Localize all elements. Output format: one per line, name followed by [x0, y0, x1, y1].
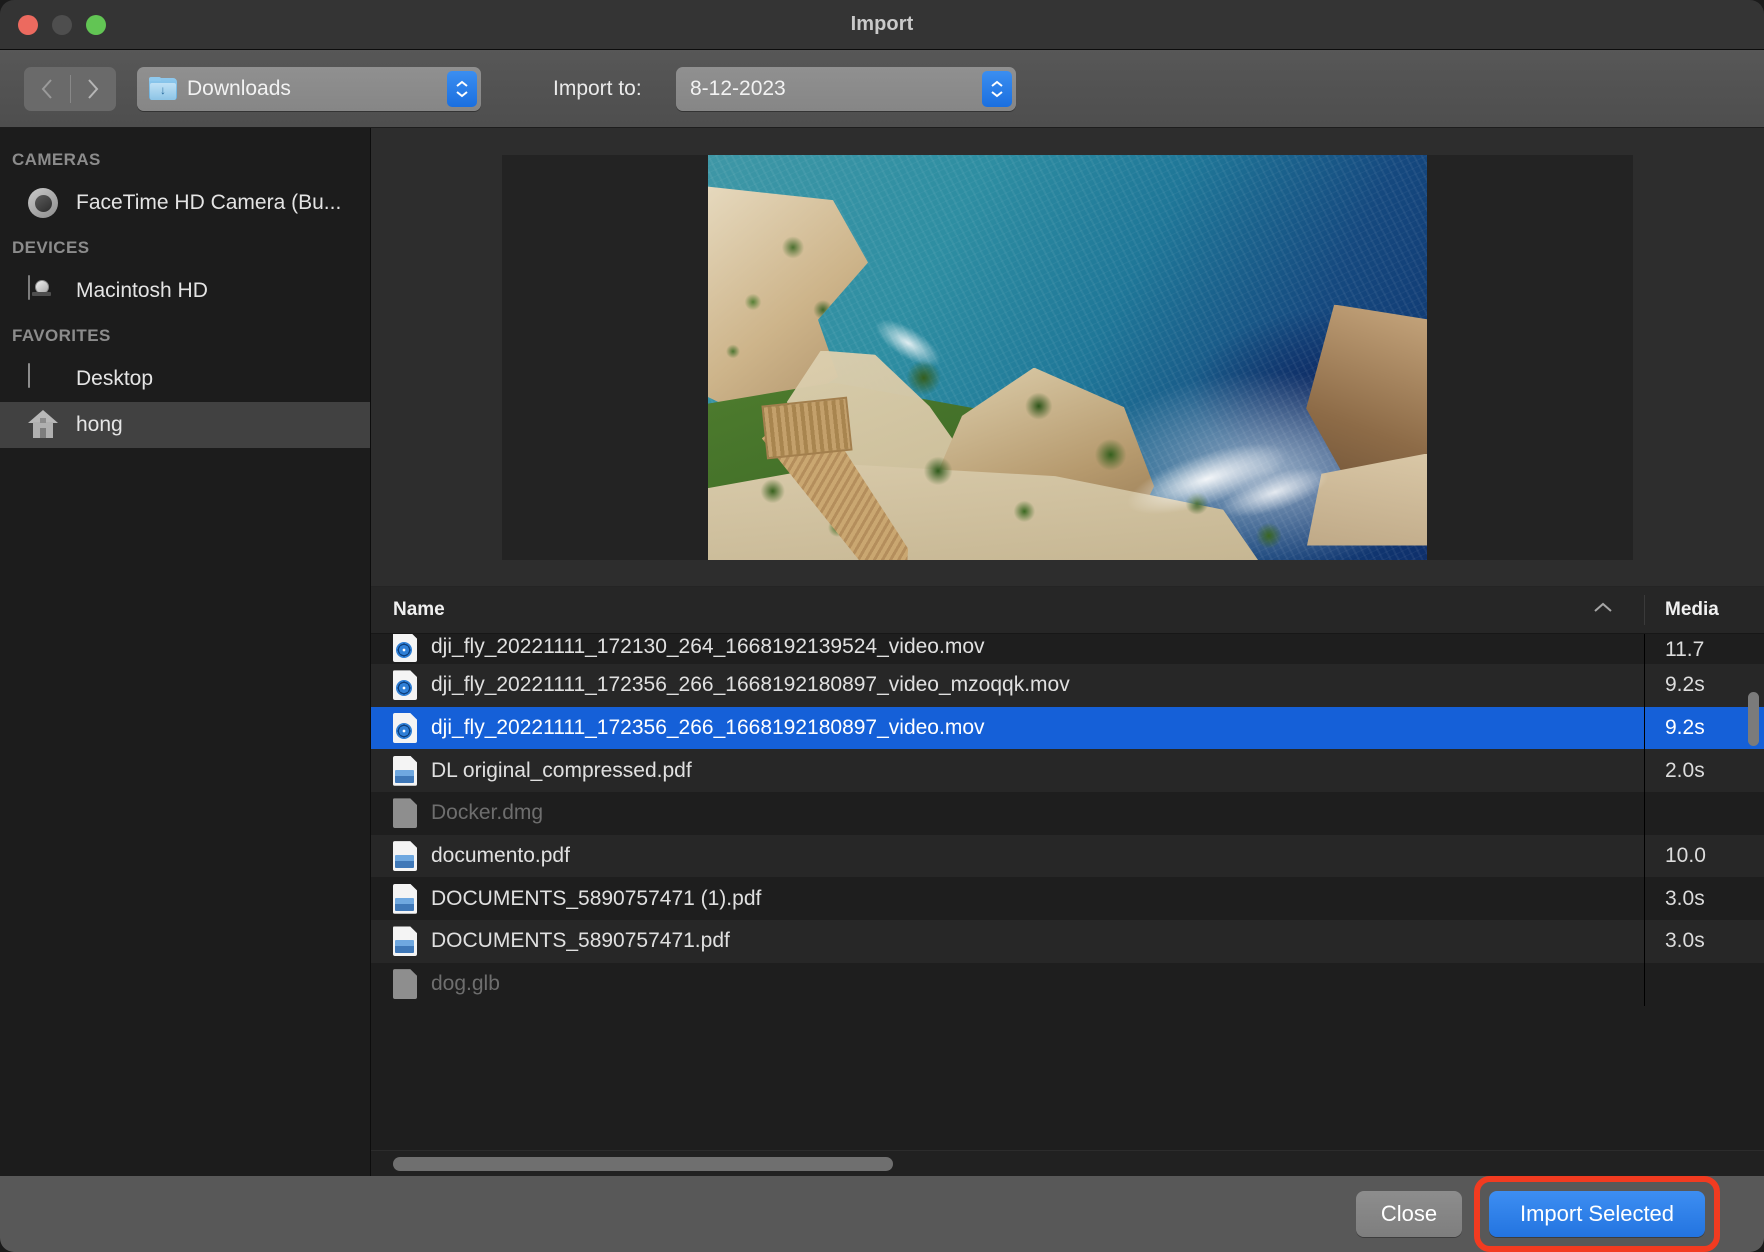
preview-frame [502, 155, 1633, 560]
table-row[interactable]: dog.glb [371, 963, 1764, 1006]
file-name: DOCUMENTS_5890757471 (1).pdf [431, 887, 761, 911]
table-row[interactable]: dji_fly_20221111_172130_264_166819213952… [371, 634, 1764, 664]
chevron-left-icon [40, 77, 54, 101]
file-name: DOCUMENTS_5890757471.pdf [431, 929, 730, 953]
sidebar-item-facetime-camera[interactable]: FaceTime HD Camera (Bu... [0, 180, 370, 226]
maximize-window-button[interactable] [86, 15, 106, 35]
import-selected-button[interactable]: Import Selected [1489, 1191, 1705, 1237]
sidebar-item-hong[interactable]: hong [0, 402, 370, 448]
preview-deck [761, 396, 852, 459]
navigation-segmented-control [24, 67, 116, 111]
file-media: 3.0s [1644, 920, 1764, 963]
sidebar-item-label: hong [76, 413, 123, 437]
file-name: dji_fly_20221111_172356_266_166819218089… [431, 716, 985, 740]
desktop-icon [28, 364, 62, 394]
file-name: documento.pdf [431, 844, 570, 868]
home-icon [28, 410, 62, 440]
file-name: dji_fly_20221111_172130_264_166819213952… [431, 635, 985, 659]
table-row-selected[interactable]: dji_fly_20221111_172356_266_166819218089… [371, 707, 1764, 750]
back-button[interactable] [24, 67, 70, 111]
close-window-button[interactable] [18, 15, 38, 35]
sidebar-item-label: Desktop [76, 367, 153, 391]
file-name: dji_fly_20221111_172356_266_166819218089… [431, 673, 1070, 697]
downloads-folder-icon: ↓ [149, 77, 177, 101]
file-name: Docker.dmg [431, 801, 543, 825]
chevron-up-icon [1592, 599, 1614, 621]
chevron-right-icon [86, 77, 100, 101]
file-media [1644, 963, 1764, 1006]
file-media: 9.2s [1644, 707, 1764, 750]
source-location-stepper[interactable] [447, 71, 477, 107]
chevron-down-icon [455, 90, 469, 98]
file-media: 11.7 [1644, 634, 1764, 664]
camera-icon [28, 188, 62, 218]
generic-file-icon [393, 798, 417, 828]
file-name: dog.glb [431, 972, 500, 996]
sources-sidebar: CAMERAS FaceTime HD Camera (Bu... DEVICE… [0, 128, 371, 1176]
import-destination-stepper[interactable] [982, 71, 1012, 107]
import-main-pane: Name Media [371, 128, 1764, 1176]
table-row[interactable]: DOCUMENTS_5890757471.pdf 3.0s [371, 920, 1764, 963]
sidebar-item-label: FaceTime HD Camera (Bu... [76, 191, 341, 215]
hard-drive-icon [28, 276, 62, 306]
preview-area [371, 128, 1764, 587]
close-button[interactable]: Close [1356, 1191, 1462, 1237]
toolbar: ↓ Downloads Import to: 8-12-2023 [0, 50, 1764, 128]
chevron-up-icon [990, 80, 1004, 88]
table-row[interactable]: Docker.dmg [371, 792, 1764, 835]
chevron-down-icon [990, 90, 1004, 98]
mov-file-icon [393, 670, 417, 700]
dialog-content: CAMERAS FaceTime HD Camera (Bu... DEVICE… [0, 128, 1764, 1176]
preview-image [708, 155, 1427, 560]
file-name: DL original_compressed.pdf [431, 759, 692, 783]
file-list: Name Media [371, 587, 1764, 1176]
sidebar-section-devices-header: DEVICES [0, 226, 370, 268]
sidebar-item-label: Macintosh HD [76, 279, 208, 303]
import-button-highlight: Import Selected [1474, 1176, 1720, 1252]
sidebar-section-cameras-header: CAMERAS [0, 138, 370, 180]
sidebar-item-macintosh-hd[interactable]: Macintosh HD [0, 268, 370, 314]
pdf-file-icon [393, 756, 417, 786]
horizontal-scrollbar-thumb[interactable] [393, 1157, 893, 1171]
file-media: 9.2s [1644, 664, 1764, 707]
dialog-footer: Close Import Selected [0, 1176, 1764, 1252]
table-row[interactable]: dji_fly_20221111_172356_266_166819218089… [371, 664, 1764, 707]
column-header-media[interactable]: Media [1644, 595, 1764, 625]
vertical-scrollbar-thumb[interactable] [1748, 692, 1759, 746]
pdf-file-icon [393, 841, 417, 871]
import-destination-popup[interactable]: 8-12-2023 [676, 67, 1016, 111]
column-header-name-label: Name [393, 599, 445, 621]
forward-button[interactable] [71, 67, 117, 111]
file-media [1644, 792, 1764, 835]
file-list-header: Name Media [371, 587, 1764, 634]
table-row[interactable]: DOCUMENTS_5890757471 (1).pdf 3.0s [371, 877, 1764, 920]
chevron-up-icon [455, 80, 469, 88]
pdf-file-icon [393, 884, 417, 914]
sidebar-item-desktop[interactable]: Desktop [0, 356, 370, 402]
file-list-rows[interactable]: dji_fly_20221111_172130_264_166819213952… [371, 634, 1764, 1176]
generic-file-icon [393, 969, 417, 999]
file-media: 2.0s [1644, 749, 1764, 792]
window-title: Import [0, 13, 1764, 36]
mov-file-icon [393, 713, 417, 743]
table-row[interactable]: documento.pdf 10.0 [371, 835, 1764, 878]
horizontal-scrollbar[interactable] [371, 1150, 1764, 1176]
traffic-light-controls [18, 0, 106, 50]
minimize-window-button[interactable] [52, 15, 72, 35]
file-media: 10.0 [1644, 835, 1764, 878]
title-bar: Import [0, 0, 1764, 50]
mov-file-icon [393, 634, 417, 662]
pdf-file-icon [393, 926, 417, 956]
import-destination-value: 8-12-2023 [690, 77, 786, 101]
file-media: 3.0s [1644, 877, 1764, 920]
table-row[interactable]: DL original_compressed.pdf 2.0s [371, 749, 1764, 792]
sidebar-section-favorites-header: FAVORITES [0, 314, 370, 356]
import-to-label: Import to: [553, 50, 642, 128]
source-location-popup[interactable]: ↓ Downloads [137, 67, 481, 111]
column-header-name[interactable]: Name [371, 599, 1644, 621]
column-header-media-label: Media [1665, 599, 1719, 621]
import-dialog-window: Import ↓ Downloads [0, 0, 1764, 1252]
source-location-label: Downloads [187, 77, 291, 101]
